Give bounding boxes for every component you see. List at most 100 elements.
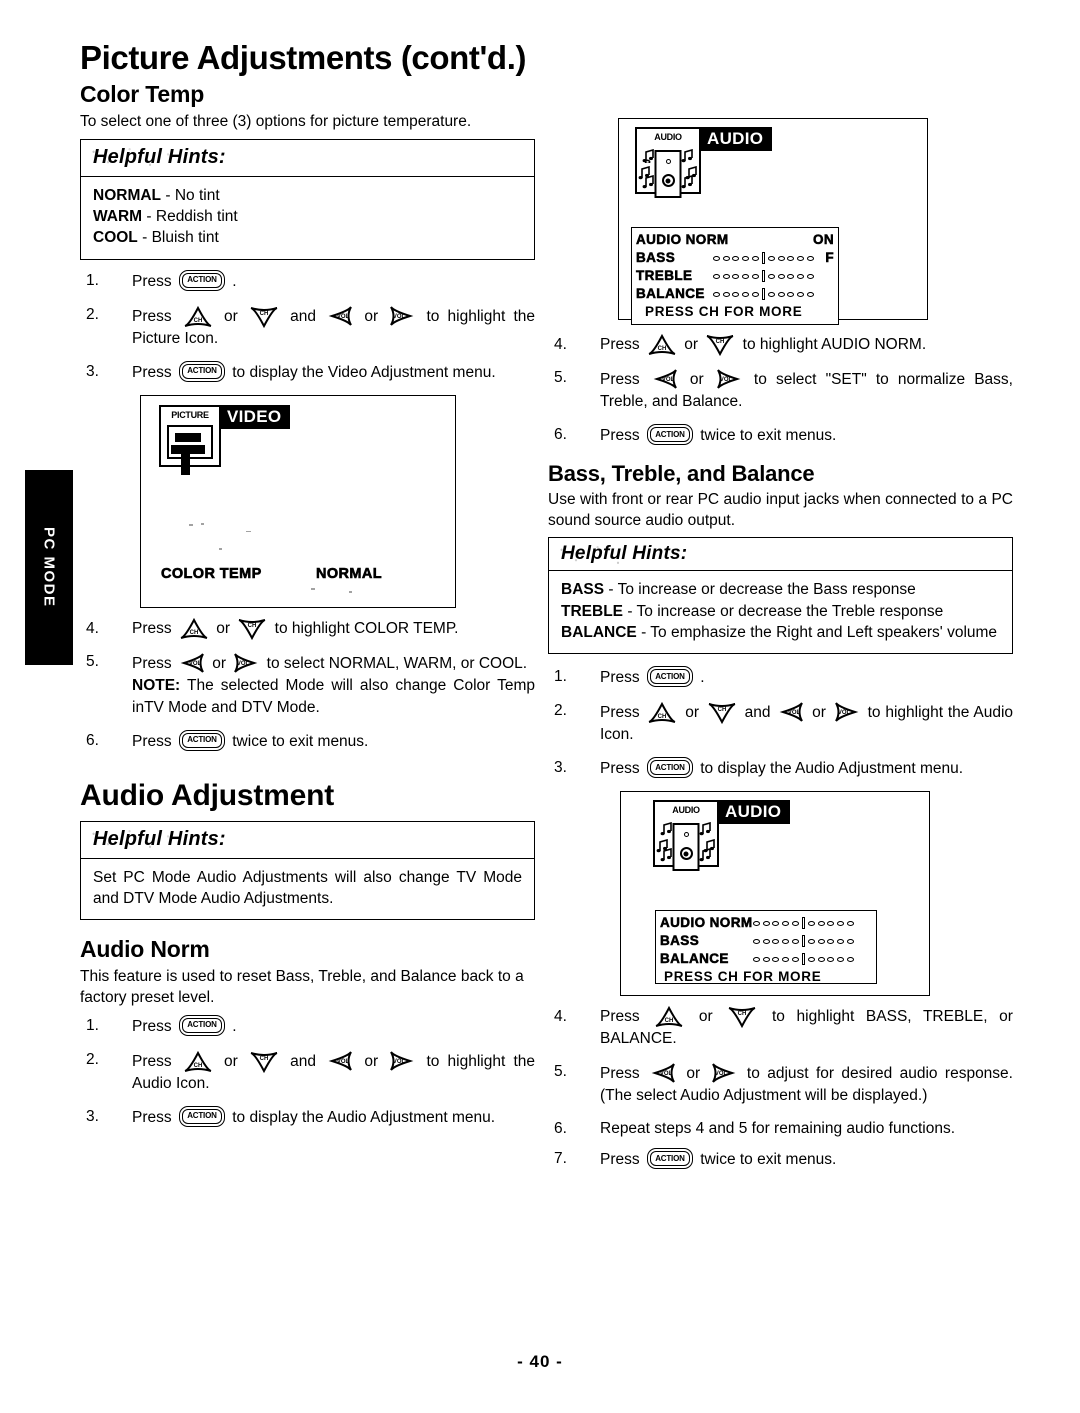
audio-icon[interactable]: AUDIO — [653, 800, 719, 872]
svg-text:CH: CH — [718, 707, 727, 713]
vol-left-icon[interactable]: VOL — [778, 700, 804, 724]
step-number: 1. — [86, 1016, 99, 1034]
conj-or: or — [364, 1052, 379, 1070]
vol-left-icon[interactable]: VOL — [650, 1061, 676, 1085]
osd-level-bar[interactable] — [712, 252, 815, 264]
action-button-icon[interactable]: ACTION — [178, 729, 225, 751]
vol-left-icon[interactable]: VOL — [652, 367, 678, 391]
vol-left-icon[interactable]: VOL — [179, 651, 205, 675]
step-item: 3. Press ACTION to display the Audio Adj… — [80, 1105, 535, 1129]
vol-left-icon[interactable]: VOL — [327, 1049, 353, 1073]
step-post: to display the Audio Adjustment menu. — [700, 760, 964, 778]
svg-text:CH: CH — [193, 318, 202, 324]
note-label: NOTE: — [132, 676, 181, 694]
action-button-icon[interactable]: ACTION — [646, 424, 693, 445]
step-item: 1. Press ACTION . — [80, 1014, 535, 1038]
step-pre: Press — [600, 336, 640, 353]
svg-text:VOL: VOL — [393, 1059, 406, 1065]
audio-menu-title: AUDIO — [700, 127, 773, 152]
osd-row[interactable]: AUDIO NORM ON — [636, 231, 834, 249]
step-number: 6. — [86, 731, 99, 749]
color-temp-menu-value[interactable]: NORMAL — [316, 565, 382, 582]
step-pre: Press — [132, 732, 172, 750]
ch-up-icon[interactable]: CH — [647, 334, 677, 356]
hint-dash: - — [165, 186, 171, 204]
osd-level-bar[interactable] — [712, 288, 815, 300]
bass-treble-balance-steps-1-3: 1. Press ACTION . 2. Press CH or CH and … — [548, 666, 1013, 780]
vol-right-icon[interactable]: VOL — [233, 651, 259, 675]
color-temp-steps-4-6: 4. Press CH or CH to highlight COLOR TEM… — [80, 617, 535, 753]
action-button-icon[interactable]: ACTION — [646, 1148, 693, 1170]
ch-down-icon[interactable]: CH — [705, 334, 735, 356]
audio-norm-steps-4-6: 4. Press CH or CH to highlight AUDIO NOR… — [548, 334, 1013, 447]
ch-up-icon[interactable]: CH — [647, 702, 677, 724]
hint-desc: To increase or decrease the Treble respo… — [636, 602, 944, 620]
svg-text:VOL: VOL — [720, 377, 733, 383]
audio-norm-steps: 1. Press ACTION . 2. Press CH or CH and … — [80, 1014, 535, 1129]
ch-down-icon[interactable]: CH — [727, 1006, 757, 1029]
action-button-icon[interactable]: ACTION — [178, 1014, 225, 1036]
osd-level-bar[interactable] — [752, 953, 855, 966]
vol-left-icon[interactable]: VOL — [327, 304, 353, 328]
osd-row[interactable]: BASS F — [636, 249, 834, 267]
osd-row[interactable]: BASS — [660, 932, 872, 950]
osd-row-label: AUDIO NORM — [660, 915, 753, 931]
action-button-icon[interactable]: ACTION — [178, 1105, 225, 1127]
ch-down-icon[interactable]: CH — [249, 306, 279, 328]
vol-right-icon[interactable]: VOL — [711, 1061, 737, 1085]
ch-down-icon[interactable]: CH — [237, 618, 267, 640]
color-temp-menu-label[interactable]: COLOR TEMP — [161, 565, 262, 582]
step-item: 1. Press ACTION . — [80, 269, 535, 293]
step-pre: Press — [600, 1065, 640, 1083]
step-number: 4. — [554, 336, 567, 353]
helpful-hints-color-temp: Helpful Hints: NORMAL - No tint WARM - R… — [80, 138, 535, 260]
audio-icon[interactable]: AUDIO — [635, 127, 701, 198]
ch-up-icon[interactable]: CH — [183, 1050, 213, 1073]
svg-text:CH: CH — [193, 1063, 202, 1069]
step-number: 2. — [554, 702, 567, 720]
step-item: 6. Press ACTION twice to exit menus. — [80, 729, 535, 753]
step-post: twice to exit menus. — [700, 427, 837, 444]
vol-right-icon[interactable]: VOL — [716, 367, 742, 391]
ch-up-icon[interactable]: CH — [179, 617, 209, 640]
vol-right-icon[interactable]: VOL — [389, 304, 415, 328]
osd-row[interactable]: AUDIO NORM — [660, 914, 872, 932]
step-item: 5. Press VOL or VOL to select "SET" to n… — [548, 367, 1013, 413]
hint-term: COOL — [93, 229, 138, 247]
picture-icon[interactable]: PICTURE — [159, 404, 221, 475]
step-number: 3. — [86, 1107, 99, 1125]
osd-row-label: AUDIO NORM — [636, 232, 729, 248]
osd-level-bar[interactable] — [712, 270, 815, 282]
hint-desc: Bluish tint — [151, 229, 219, 247]
audio-glyph — [656, 819, 715, 872]
action-button-icon[interactable]: ACTION — [646, 666, 693, 688]
step-pre: Press — [132, 307, 172, 325]
hint-term: BASS — [561, 581, 605, 599]
ch-down-icon[interactable]: CH — [707, 702, 737, 725]
ch-down-icon[interactable]: CH — [249, 1051, 279, 1073]
osd-row-value: ON — [812, 232, 834, 248]
hint-line: BALANCE - To emphasize the Right and Lef… — [561, 622, 1000, 643]
audio-adjustment-menu-screen-1: AUDIO AUDIO AUDIO NORM ON BASS F TREBLE … — [618, 118, 928, 325]
osd-level-bar[interactable] — [752, 935, 855, 948]
step-number: 4. — [86, 619, 99, 637]
osd-row[interactable]: TREBLE — [636, 267, 834, 285]
vol-right-icon[interactable]: VOL — [834, 700, 860, 724]
osd-level-bar[interactable] — [752, 917, 855, 930]
step-pre: Press — [132, 1108, 172, 1126]
section-heading-color-temp: Color Temp — [80, 80, 205, 107]
osd-row-label: BALANCE — [636, 286, 705, 302]
vol-right-icon[interactable]: VOL — [389, 1049, 415, 1073]
osd-row[interactable]: BALANCE — [636, 285, 834, 303]
ch-up-icon[interactable]: CH — [183, 305, 213, 328]
music-note-icon — [681, 149, 694, 163]
ch-up-icon[interactable]: CH — [654, 1006, 684, 1028]
step-number: 3. — [86, 362, 99, 380]
audio-menu-title: AUDIO — [718, 800, 791, 825]
osd-row[interactable]: BALANCE — [660, 950, 872, 968]
hint-dash: - — [142, 229, 148, 247]
action-button-icon[interactable]: ACTION — [178, 360, 225, 382]
action-button-icon[interactable]: ACTION — [178, 269, 225, 291]
action-button-icon[interactable]: ACTION — [646, 757, 693, 779]
conj-or: or — [223, 1052, 238, 1070]
